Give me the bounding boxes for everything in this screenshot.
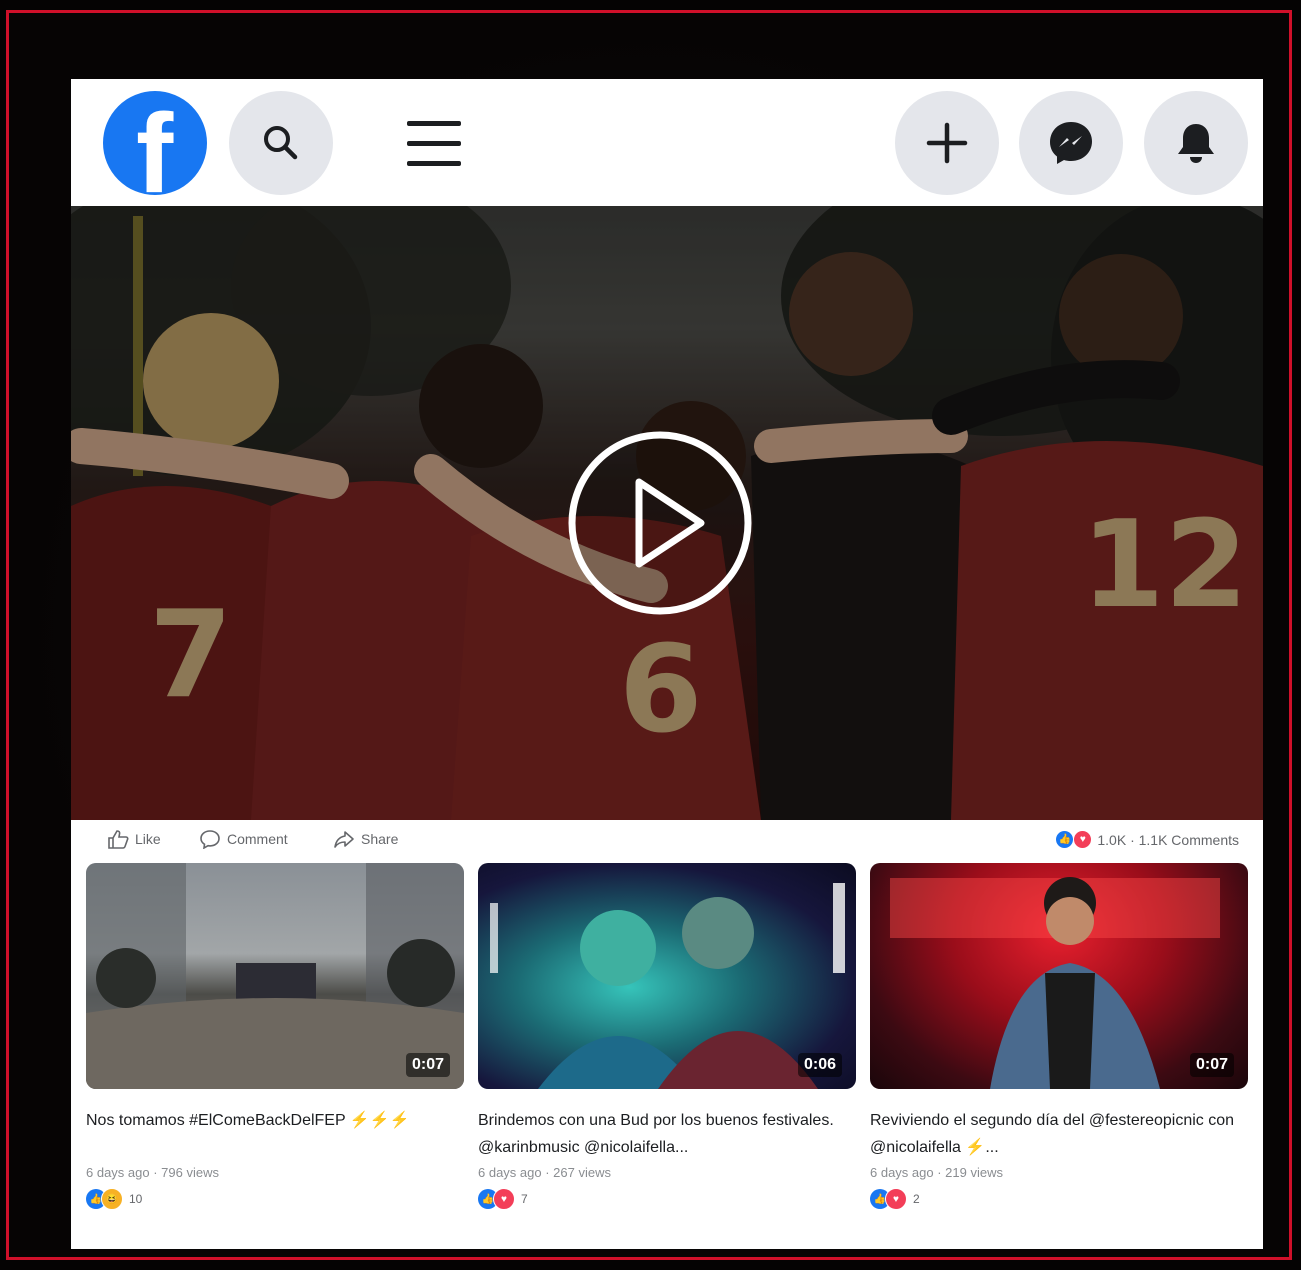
menu-icon[interactable] (405, 115, 463, 173)
reaction-count: 2 (913, 1192, 920, 1206)
video-caption[interactable]: Reviviendo el segundo día del @festereop… (870, 1107, 1248, 1161)
post-stats[interactable]: 👍 ♥ 1.0K · 1.1K Comments (1056, 830, 1239, 849)
reaction-count: 10 (129, 1192, 143, 1206)
video-caption[interactable]: Brindemos con una Bud por los buenos fes… (478, 1107, 856, 1161)
like-label: Like (135, 831, 161, 847)
comment-icon (200, 830, 220, 849)
create-button[interactable] (895, 91, 999, 195)
play-icon[interactable] (567, 430, 753, 616)
plus-icon (926, 122, 968, 164)
video-duration: 0:06 (797, 1053, 842, 1077)
video-thumbnail[interactable]: 0:06 (478, 863, 856, 1089)
haha-reaction-icon: 😆 (101, 1188, 123, 1210)
video-thumbnail[interactable]: 0:07 (86, 863, 464, 1089)
video-meta: 6 days ago · 267 views (478, 1165, 611, 1180)
share-icon (334, 831, 354, 848)
love-reaction-icon: ♥ (493, 1188, 515, 1210)
facebook-logo-letter: f (136, 91, 174, 196)
love-reaction-icon: ♥ (1073, 830, 1093, 849)
reaction-count: 7 (521, 1192, 528, 1206)
video-card[interactable]: 0:07 Reviviendo el segundo día del @fest… (870, 863, 1248, 1210)
comment-label: Comment (227, 831, 288, 847)
stats-text: 1.0K · 1.1K Comments (1097, 831, 1239, 848)
video-caption[interactable]: Nos tomamos #ElComeBackDelFEP ⚡⚡⚡ (86, 1107, 464, 1161)
thumbs-up-icon (108, 830, 129, 849)
video-card[interactable]: 0:07 Nos tomamos #ElComeBackDelFEP ⚡⚡⚡ 6… (86, 863, 464, 1210)
like-button[interactable]: Like (107, 829, 161, 849)
top-navigation-bar: f (71, 79, 1263, 206)
notifications-button[interactable] (1144, 91, 1248, 195)
search-icon (264, 126, 298, 160)
share-button[interactable]: Share (333, 829, 398, 849)
video-duration: 0:07 (1189, 1053, 1234, 1077)
love-reaction-icon: ♥ (885, 1188, 907, 1210)
bell-icon (1178, 124, 1214, 163)
video-reactions[interactable]: 👍 😆 10 (86, 1188, 464, 1210)
like-reaction-icon: 👍 (1056, 831, 1074, 848)
video-reactions[interactable]: 👍 ♥ 7 (478, 1188, 856, 1210)
post-action-bar: Like Comment Share 👍 ♥ 1.0K · 1.1K Comme… (71, 823, 1263, 859)
video-duration: 0:07 (405, 1053, 450, 1077)
messenger-button[interactable] (1019, 91, 1123, 195)
comment-button[interactable]: Comment (199, 829, 288, 849)
main-video[interactable]: 7 6 12 (71, 206, 1263, 820)
share-label: Share (361, 831, 399, 847)
video-reactions[interactable]: 👍 ♥ 2 (870, 1188, 1248, 1210)
facebook-post-card: f Like Comment Share 👍 ♥ 1.0K · 1.1K Com… (71, 79, 1263, 1249)
messenger-icon (1050, 122, 1092, 164)
facebook-logo[interactable]: f (103, 91, 207, 195)
outer-frame: f Like Comment Share 👍 ♥ 1.0K · 1.1K Com… (6, 10, 1292, 1260)
video-meta: 6 days ago · 219 views (870, 1165, 1003, 1180)
video-thumbnail[interactable]: 0:07 (870, 863, 1248, 1089)
video-card[interactable]: 0:06 Brindemos con una Bud por los bueno… (478, 863, 856, 1210)
search-button[interactable] (229, 91, 333, 195)
video-meta: 6 days ago · 796 views (86, 1165, 219, 1180)
